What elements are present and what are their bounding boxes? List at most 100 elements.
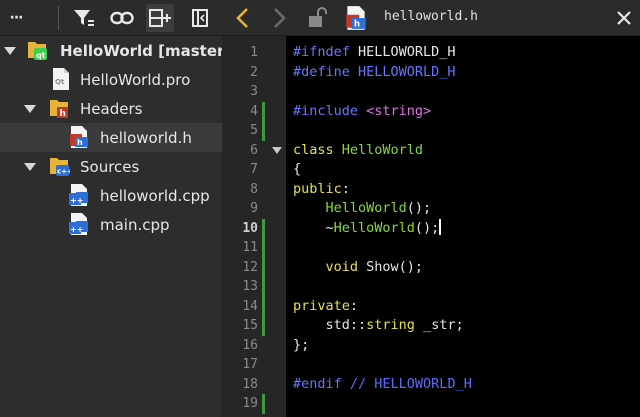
code-token: #endif bbox=[293, 375, 350, 392]
svg-text:h: h bbox=[60, 109, 66, 119]
svg-text:Qt: Qt bbox=[55, 78, 65, 86]
tree-item-project[interactable]: qt HelloWorld [master] bbox=[0, 36, 231, 65]
code-token: ~ bbox=[293, 219, 334, 236]
tree-item-pro-file[interactable]: Qt HelloWorld.pro bbox=[0, 65, 222, 94]
code-token: : bbox=[341, 180, 350, 197]
code-line: { bbox=[293, 160, 301, 180]
filter-button[interactable] bbox=[70, 4, 98, 32]
line-number: 10 bbox=[242, 220, 258, 236]
pro-file-label: HelloWorld.pro bbox=[80, 70, 191, 89]
code-token: #include bbox=[293, 102, 367, 119]
code-token: _str; bbox=[423, 317, 464, 333]
change-marker bbox=[262, 218, 265, 336]
helloworld-cpp-label: helloworld.cpp bbox=[100, 186, 210, 205]
toolbar-separator bbox=[58, 6, 59, 30]
code-token: HELLOWORLD_H bbox=[358, 44, 456, 60]
code-token: HelloWorld bbox=[333, 219, 415, 236]
code-token: Show(); bbox=[366, 258, 424, 275]
svg-text:h: h bbox=[77, 138, 83, 147]
close-editor-button[interactable] bbox=[614, 8, 634, 28]
code-token: void bbox=[325, 258, 367, 275]
link-icon bbox=[110, 11, 134, 25]
line-number: 18 bbox=[242, 376, 258, 392]
code-token: (); bbox=[414, 219, 440, 236]
line-number: 3 bbox=[250, 84, 258, 99]
line-number: 12 bbox=[242, 259, 258, 275]
tree-item-headers[interactable]: h Headers bbox=[0, 94, 222, 123]
line-number: 16 bbox=[242, 337, 258, 353]
line-number: 5 bbox=[250, 123, 258, 138]
code-line: std::string _str; bbox=[293, 316, 464, 336]
code-token: public bbox=[293, 180, 342, 197]
qt-project-icon: qt bbox=[28, 42, 47, 60]
project-toolbar: ··· bbox=[0, 0, 222, 36]
code-token: <string> bbox=[366, 102, 432, 119]
code-line: ~HelloWorld(); bbox=[293, 218, 442, 239]
headers-folder-icon: h bbox=[50, 100, 68, 119]
line-number: 6 bbox=[250, 142, 258, 158]
sync-link-button[interactable] bbox=[108, 4, 136, 32]
split-icon bbox=[149, 9, 171, 27]
file-type-indicator: h bbox=[344, 5, 368, 31]
split-panel-button[interactable] bbox=[146, 4, 174, 32]
line-number: 1 bbox=[250, 45, 258, 60]
line-number: 13 bbox=[242, 279, 258, 294]
lock-toggle[interactable] bbox=[306, 6, 328, 30]
line-number: 8 bbox=[250, 181, 258, 197]
code-token: string bbox=[366, 317, 424, 333]
back-button[interactable] bbox=[232, 6, 254, 30]
code-token: (); bbox=[406, 200, 432, 216]
more-options-button[interactable]: ··· bbox=[2, 4, 30, 32]
svg-text:++: ++ bbox=[70, 196, 83, 205]
line-number: 2 bbox=[250, 64, 258, 80]
helloworld-h-label: helloworld.h bbox=[100, 128, 192, 147]
sources-label: Sources bbox=[80, 157, 140, 176]
svg-text:c++: c++ bbox=[57, 168, 70, 176]
line-number: 4 bbox=[250, 103, 258, 119]
code-line: #include <string> bbox=[293, 102, 431, 122]
code-line: #define HELLOWORLD_H bbox=[293, 63, 456, 83]
code-token: #define bbox=[293, 63, 359, 80]
text-cursor bbox=[439, 218, 442, 235]
code-line: }; bbox=[293, 336, 309, 356]
fold-arrow-icon[interactable] bbox=[272, 146, 282, 155]
close-panel-button[interactable] bbox=[186, 4, 214, 32]
code-editor[interactable]: #ifndef HELLOWORLD_H #define HELLOWORLD_H… bbox=[286, 36, 640, 417]
code-line: #ifndef HELLOWORLD_H bbox=[293, 43, 456, 63]
tree-item-main-cpp[interactable]: ++ main.cpp bbox=[0, 210, 222, 239]
code-token: #ifndef bbox=[293, 44, 359, 60]
tree-item-helloworld-h[interactable]: h helloworld.h bbox=[0, 123, 222, 152]
code-token: private bbox=[293, 297, 350, 314]
chevron-left-icon bbox=[236, 8, 248, 28]
code-token: class bbox=[293, 141, 342, 158]
line-number-gutter: 1 2 3 4 5 6 7 8 9 10 11 12 13 14 15 16 17 18 19 bbox=[222, 36, 286, 417]
line-number: 9 bbox=[250, 201, 258, 216]
code-token: : bbox=[349, 297, 359, 314]
main-cpp-label: main.cpp bbox=[100, 215, 170, 234]
forward-button[interactable] bbox=[268, 6, 290, 30]
filter-icon bbox=[74, 10, 94, 26]
open-file-title[interactable]: helloworld.h bbox=[384, 9, 478, 24]
svg-text:qt: qt bbox=[36, 51, 46, 60]
code-line: HelloWorld(); bbox=[293, 199, 432, 219]
headers-label: Headers bbox=[80, 99, 143, 118]
header-file-icon: h bbox=[346, 6, 366, 30]
close-icon bbox=[617, 11, 631, 25]
editor-toolbar: h helloworld.h bbox=[222, 0, 640, 36]
line-number: 11 bbox=[242, 240, 258, 255]
more-label: ··· bbox=[9, 10, 24, 26]
tree-item-helloworld-cpp[interactable]: ++ helloworld.cpp bbox=[0, 181, 222, 210]
code-token: }; bbox=[293, 336, 310, 353]
line-number: 19 bbox=[242, 396, 258, 411]
code-token: HelloWorld bbox=[341, 141, 424, 158]
code-line: class HelloWorld bbox=[293, 141, 423, 161]
code-token: // HELLOWORLD_H bbox=[349, 375, 472, 392]
tree-item-sources[interactable]: c++ Sources bbox=[0, 152, 222, 181]
code-line: public: bbox=[293, 180, 350, 200]
code-line: #endif // HELLOWORLD_H bbox=[293, 375, 472, 395]
code-line: private: bbox=[293, 297, 358, 317]
change-marker bbox=[262, 394, 265, 414]
svg-text:h: h bbox=[354, 20, 360, 30]
